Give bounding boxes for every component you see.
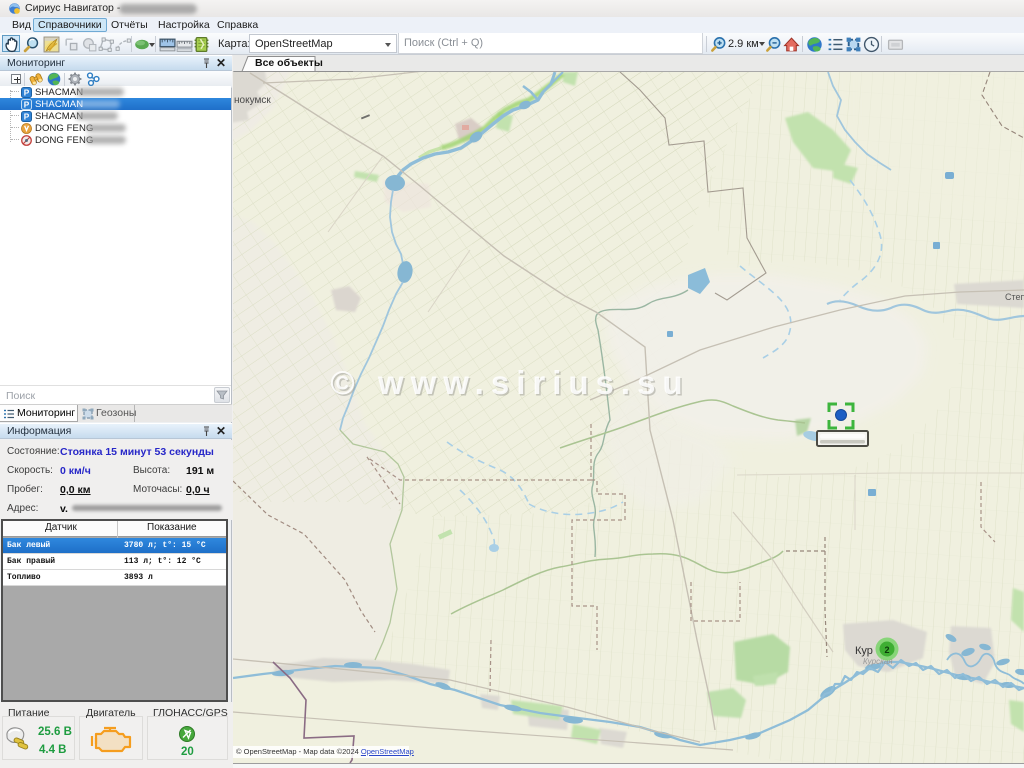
svg-text:P: P: [24, 88, 30, 97]
svg-text:нокумск: нокумск: [234, 95, 271, 106]
svg-text:P: P: [24, 100, 30, 109]
svg-text:2: 2: [884, 645, 889, 655]
svg-text:© www.sirius.su: © www.sirius.su: [330, 364, 689, 401]
svg-text:Кур: Кур: [855, 645, 873, 657]
svg-text:P: P: [24, 112, 30, 121]
svg-text:Степн: Степн: [1005, 292, 1024, 302]
